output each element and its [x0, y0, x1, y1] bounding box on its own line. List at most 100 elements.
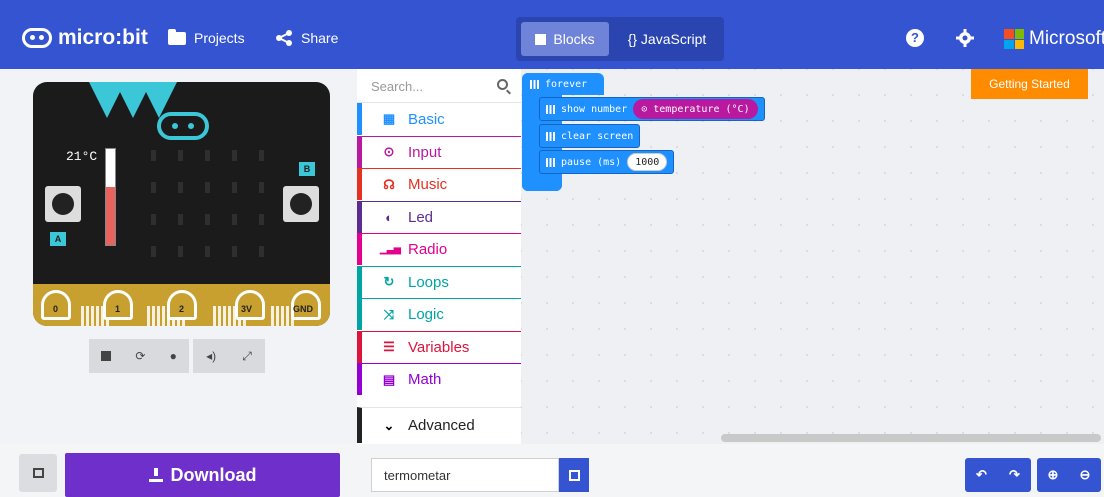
blocks-workspace[interactable]: Getting Started forever show number ⊙ te…: [521, 69, 1104, 444]
shuffle-icon: ⤨: [383, 306, 395, 322]
category-label: Radio: [408, 241, 448, 258]
simulator-panel: 21°C A B 0 1 2 3V GND ⟳ ● ◂) ⤢: [0, 69, 357, 444]
javascript-tab-label: {} JavaScript: [627, 31, 707, 47]
microsoft-logo[interactable]: Microsoft: [1004, 28, 1104, 50]
category-advanced[interactable]: ⌄ Advanced: [357, 407, 521, 443]
folder-icon: [168, 28, 186, 45]
undo-redo-group: ↶ ↷: [965, 458, 1031, 492]
microbit-board[interactable]: 21°C A B 0 1 2 3V GND: [33, 82, 330, 326]
save-icon: [568, 469, 580, 481]
button-b[interactable]: [283, 186, 319, 222]
category-label: Math: [408, 371, 442, 388]
temperature-slider[interactable]: [105, 148, 116, 246]
target-icon: ⊙: [383, 144, 395, 159]
category-label: Input: [408, 143, 442, 161]
forever-label: forever: [545, 78, 588, 90]
mute-icon[interactable]: ◂): [206, 349, 216, 363]
category-led[interactable]: ◐ Led: [357, 200, 521, 233]
undo-button[interactable]: ↶: [965, 458, 998, 492]
download-icon: [148, 468, 163, 482]
zoom-in-icon: ⊕: [1047, 467, 1059, 482]
download-label: Download: [170, 464, 257, 485]
redo-button[interactable]: ↷: [998, 458, 1031, 492]
temperature-slider-fill: [106, 187, 115, 245]
collapse-simulator-button[interactable]: [19, 454, 57, 492]
share-label: Share: [301, 30, 339, 46]
fullscreen-icon[interactable]: ⤢: [242, 349, 252, 364]
pin-label: 3V: [241, 304, 253, 314]
button-a-label: A: [50, 232, 66, 246]
grid-icon: [546, 131, 555, 141]
microbit-logo-icon: [22, 28, 52, 48]
forever-block-header: forever: [522, 73, 604, 95]
signal-icon: ▁▃▅: [380, 244, 401, 254]
category-basic[interactable]: ▦ Basic: [357, 103, 521, 135]
category-logic[interactable]: ⤨ Logic: [357, 298, 521, 330]
category-variables[interactable]: ☰ Variables: [357, 330, 521, 363]
temperature-reporter[interactable]: ⊙ temperature (°C): [633, 99, 758, 119]
clear-screen-block[interactable]: clear screen: [539, 124, 641, 148]
list-icon: ☰: [383, 339, 395, 354]
temperature-readout: 21°C: [66, 149, 98, 164]
microsoft-icon: [1004, 29, 1024, 49]
search-input[interactable]: Search...: [371, 79, 423, 94]
horizontal-scrollbar[interactable]: [721, 434, 1101, 442]
gear-icon[interactable]: [956, 29, 974, 47]
clear-screen-label: clear screen: [561, 130, 634, 142]
category-label: Advanced: [408, 417, 475, 434]
button-b-label: B: [299, 162, 315, 176]
pin-label: 2: [179, 304, 185, 314]
share-button[interactable]: Share: [275, 30, 338, 46]
pause-block[interactable]: pause (ms) 1000: [539, 150, 675, 174]
collapse-icon: [32, 468, 44, 478]
button-a[interactable]: [45, 186, 81, 222]
brand-label: micro:bit: [58, 26, 148, 49]
grid-icon: ▦: [382, 111, 396, 126]
loop-icon: ↻: [383, 274, 395, 289]
stop-icon[interactable]: [101, 351, 112, 361]
zoom-in-button[interactable]: ⊕: [1037, 458, 1069, 492]
search-box[interactable]: Search...: [357, 69, 521, 103]
chevron-down-icon: ⌄: [383, 417, 395, 433]
category-music[interactable]: ☊ Music: [357, 168, 521, 200]
zoom-out-icon: ⊖: [1079, 467, 1091, 482]
project-name-input[interactable]: [371, 458, 559, 492]
sim-main-controls: ⟳ ●: [89, 339, 189, 373]
debug-icon[interactable]: ●: [170, 349, 177, 363]
pause-value-input[interactable]: 1000: [627, 153, 668, 171]
undo-icon: ↶: [976, 467, 987, 482]
category-label: Logic: [408, 306, 444, 323]
puzzle-icon: [535, 33, 547, 45]
microbit-logo[interactable]: micro:bit: [22, 26, 148, 50]
simulator-toolbar: ⟳ ● ◂) ⤢: [89, 339, 269, 373]
category-radio[interactable]: ▁▃▅ Radio: [357, 233, 521, 265]
category-loops[interactable]: ↻ Loops: [357, 265, 521, 298]
headphones-icon: ☊: [383, 176, 395, 192]
zoom-out-button[interactable]: ⊖: [1069, 458, 1101, 492]
download-button[interactable]: Download: [65, 453, 340, 497]
help-icon[interactable]: ?: [906, 29, 924, 47]
getting-started-button[interactable]: Getting Started: [971, 69, 1088, 99]
blocks-tab-label: Blocks: [553, 31, 595, 47]
toggle-icon: ◐: [385, 209, 393, 225]
projects-label: Projects: [194, 30, 245, 46]
bottom-bar: Download ↶ ↷ ⊕ ⊖: [0, 444, 1104, 497]
category-label: Music: [408, 176, 448, 193]
calculator-icon: ▤: [382, 371, 396, 387]
board-logo-icon: [157, 112, 209, 140]
redo-icon: ↷: [1009, 467, 1020, 482]
editor-mode-toggle: Blocks {} JavaScript: [516, 17, 724, 61]
show-number-block[interactable]: show number ⊙ temperature (°C): [539, 97, 765, 121]
category-label: Variables: [408, 338, 470, 356]
restart-icon[interactable]: ⟳: [135, 349, 145, 363]
javascript-tab[interactable]: {} JavaScript: [614, 22, 720, 56]
pause-label: pause (ms): [561, 156, 622, 168]
toolbox: Search... ▦ Basic ⊙ Input ☊ Music ◐ Led ▁▃▅ Radio…: [357, 69, 521, 444]
projects-button[interactable]: Projects: [168, 28, 245, 46]
save-button[interactable]: [559, 458, 589, 492]
pin-label: 1: [115, 304, 121, 314]
category-input[interactable]: ⊙ Input: [357, 135, 521, 168]
share-icon: [275, 30, 293, 46]
category-math[interactable]: ▤ Math: [357, 363, 521, 395]
blocks-tab[interactable]: Blocks: [521, 22, 609, 56]
